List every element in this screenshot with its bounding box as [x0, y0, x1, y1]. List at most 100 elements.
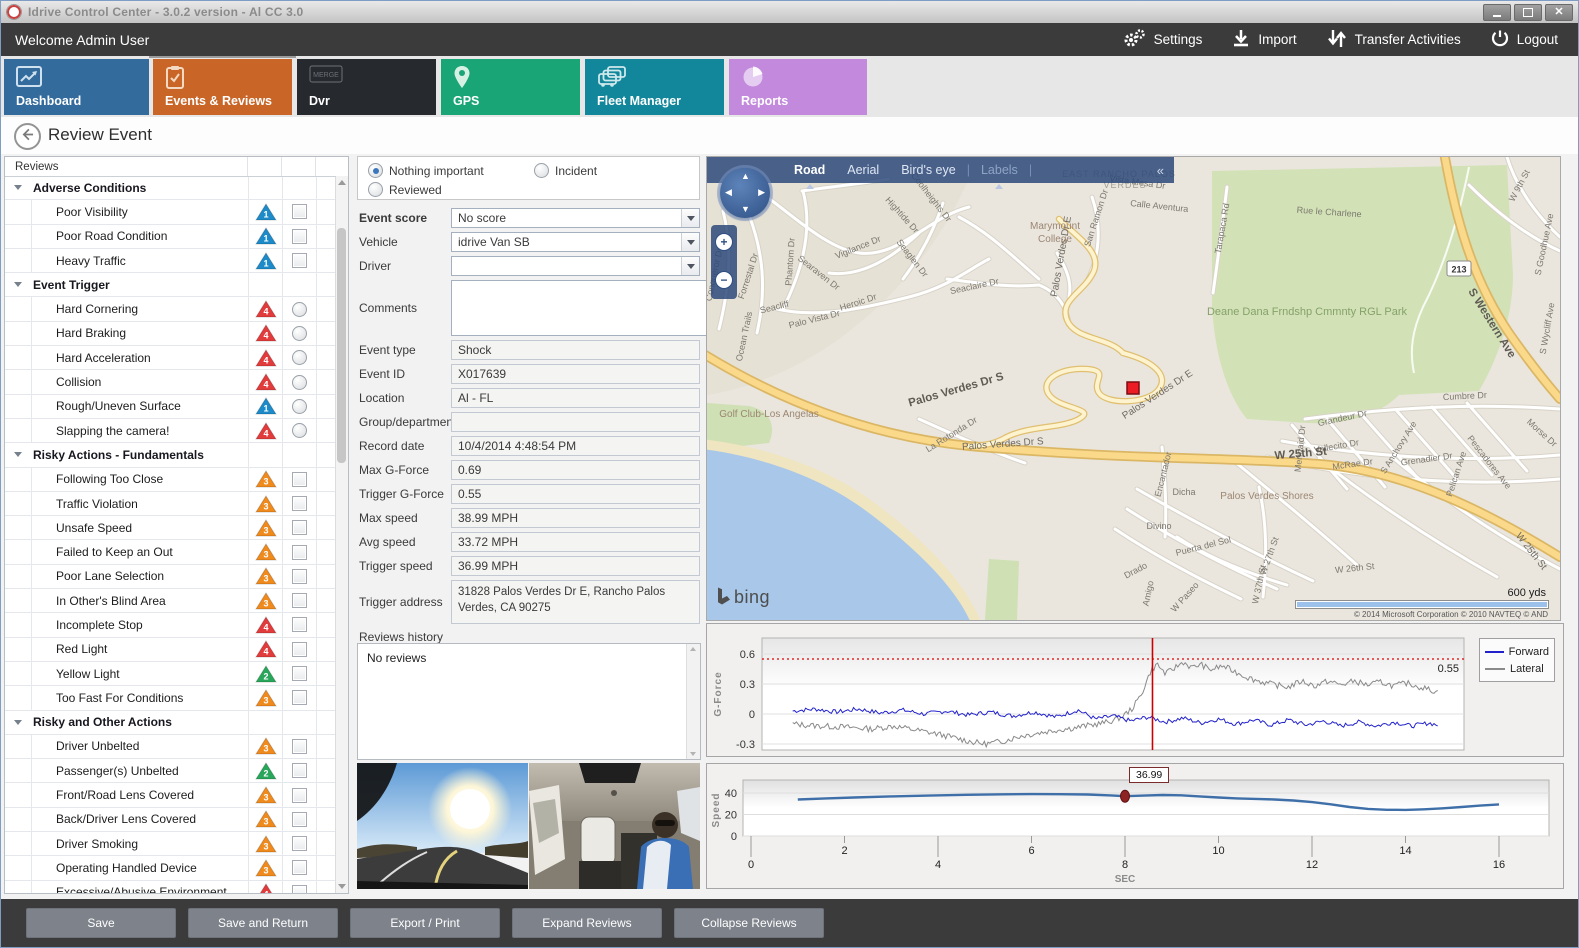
- item-checkbox[interactable]: [292, 229, 307, 244]
- review-item-poor-lane-selection[interactable]: Poor Lane Selection3: [5, 565, 336, 589]
- map-view-labels[interactable]: Labels: [981, 163, 1018, 177]
- review-item-operating-handled-device[interactable]: Operating Handled Device3: [5, 856, 336, 880]
- scrollbar-thumb[interactable]: [337, 228, 346, 463]
- item-checkbox[interactable]: [292, 788, 307, 803]
- status-radio-reviewed[interactable]: Reviewed: [368, 182, 442, 197]
- zoom-out-button[interactable]: −: [715, 271, 733, 289]
- item-checkbox[interactable]: [292, 496, 307, 511]
- review-item-unsafe-speed[interactable]: Unsafe Speed3: [5, 516, 336, 540]
- item-checkbox[interactable]: [292, 860, 307, 875]
- expand-reviews-button[interactable]: Expand Reviews: [512, 908, 662, 938]
- max-speed-field[interactable]: 38.99 MPH: [451, 508, 700, 528]
- event-type-field[interactable]: Shock: [451, 340, 700, 360]
- logout-button[interactable]: Logout: [1491, 29, 1558, 50]
- review-item-rough-uneven-surface[interactable]: Rough/Uneven Surface1: [5, 395, 336, 419]
- event-score-dropdown[interactable]: No score: [451, 208, 700, 228]
- map-pan-compass[interactable]: ▲ ▼ ◀ ▶: [720, 168, 770, 218]
- item-checkbox[interactable]: [292, 617, 307, 632]
- cabin-camera-thumbnail[interactable]: [529, 763, 700, 892]
- map-collapse-button[interactable]: «: [1157, 163, 1164, 178]
- review-item-red-light[interactable]: Red Light4: [5, 638, 336, 662]
- item-checkbox[interactable]: [292, 812, 307, 827]
- record-date-field[interactable]: 10/4/2014 4:48:54 PM: [451, 436, 700, 456]
- map-view-road[interactable]: Road: [794, 163, 825, 177]
- tab-dashboard[interactable]: Dashboard: [4, 59, 149, 115]
- review-item-yellow-light[interactable]: Yellow Light2: [5, 662, 336, 686]
- tab-reports[interactable]: Reports: [729, 59, 867, 115]
- item-checkbox[interactable]: [292, 593, 307, 608]
- review-item-poor-visibility[interactable]: Poor Visibility1: [5, 200, 336, 224]
- review-item-traffic-violation[interactable]: Traffic Violation3: [5, 492, 336, 516]
- review-item-following-too-close[interactable]: Following Too Close3: [5, 468, 336, 492]
- review-item-failed-to-keep-an-out[interactable]: Failed to Keep an Out3: [5, 540, 336, 564]
- review-item-poor-road-condition[interactable]: Poor Road Condition1: [5, 225, 336, 249]
- vehicle-dropdown[interactable]: idrive Van SB: [451, 232, 700, 252]
- event-id-field[interactable]: X017639: [451, 364, 700, 384]
- review-item-incomplete-stop[interactable]: Incomplete Stop4: [5, 613, 336, 637]
- review-item-driver-smoking[interactable]: Driver Smoking3: [5, 832, 336, 856]
- tab-fleet-manager[interactable]: Fleet Manager: [585, 59, 724, 115]
- review-item-hard-cornering[interactable]: Hard Cornering4: [5, 297, 336, 321]
- status-radio-nothing-important[interactable]: Nothing important: [368, 163, 484, 178]
- review-item-slapping-the-camera[interactable]: Slapping the camera!4: [5, 419, 336, 443]
- item-checkbox[interactable]: [292, 253, 307, 268]
- item-checkbox[interactable]: [292, 642, 307, 657]
- review-group-adverse-conditions[interactable]: Adverse Conditions: [5, 176, 336, 200]
- review-item-driver-unbelted[interactable]: Driver Unbelted3: [5, 735, 336, 759]
- item-checkbox[interactable]: [292, 204, 307, 219]
- save-and-return-button[interactable]: Save and Return: [188, 908, 338, 938]
- maximize-button[interactable]: [1514, 4, 1542, 21]
- review-item-hard-braking[interactable]: Hard Braking4: [5, 322, 336, 346]
- map-view-aerial[interactable]: Aerial: [847, 163, 879, 177]
- close-button[interactable]: ✕: [1545, 4, 1573, 21]
- review-item-hard-acceleration[interactable]: Hard Acceleration4: [5, 346, 336, 370]
- review-group-risky-actions-fundamentals[interactable]: Risky Actions - Fundamentals: [5, 443, 336, 467]
- item-checkbox[interactable]: [292, 739, 307, 754]
- item-checkbox[interactable]: [292, 763, 307, 778]
- item-checkbox[interactable]: [292, 520, 307, 535]
- item-checkbox[interactable]: [292, 545, 307, 560]
- reviews-history-box[interactable]: No reviews: [357, 643, 701, 760]
- item-radio[interactable]: [292, 375, 307, 390]
- item-radio[interactable]: [292, 423, 307, 438]
- review-item-in-other-s-blind-area[interactable]: In Other's Blind Area3: [5, 589, 336, 613]
- item-radio[interactable]: [292, 350, 307, 365]
- minimize-button[interactable]: [1483, 4, 1511, 21]
- item-radio[interactable]: [292, 302, 307, 317]
- item-checkbox[interactable]: [292, 569, 307, 584]
- item-checkbox[interactable]: [292, 690, 307, 705]
- driver-dropdown[interactable]: [451, 256, 700, 276]
- back-button[interactable]: [14, 123, 41, 150]
- review-item-collision[interactable]: Collision4: [5, 370, 336, 394]
- map[interactable]: Conqueror DrForrestal DrPhantom DrSearav…: [706, 156, 1561, 621]
- max-g-force-field[interactable]: 0.69: [451, 460, 700, 480]
- review-group-event-trigger[interactable]: Event Trigger: [5, 273, 336, 297]
- status-radio-incident[interactable]: Incident: [534, 163, 597, 178]
- trigger-speed-field[interactable]: 36.99 MPH: [451, 556, 700, 576]
- forward-camera-thumbnail[interactable]: [357, 763, 528, 892]
- review-group-risky-and-other-actions[interactable]: Risky and Other Actions: [5, 711, 336, 735]
- review-item-too-fast-for-conditions[interactable]: Too Fast For Conditions3: [5, 686, 336, 710]
- group-department-field[interactable]: [451, 412, 700, 432]
- map-view-bird-s-eye[interactable]: Bird's eye: [901, 163, 956, 177]
- zoom-in-button[interactable]: +: [715, 233, 733, 251]
- import-button[interactable]: Import: [1232, 29, 1296, 51]
- review-item-front-road-lens-covered[interactable]: Front/Road Lens Covered3: [5, 783, 336, 807]
- review-item-heavy-traffic[interactable]: Heavy Traffic1: [5, 249, 336, 273]
- item-radio[interactable]: [292, 326, 307, 341]
- save-button[interactable]: Save: [26, 908, 176, 938]
- item-checkbox[interactable]: [292, 836, 307, 851]
- reviews-scrollbar[interactable]: [335, 176, 348, 893]
- trigger-g-force-field[interactable]: 0.55: [451, 484, 700, 504]
- item-checkbox[interactable]: [292, 472, 307, 487]
- tab-dvr[interactable]: MERGEDvr: [297, 59, 436, 115]
- collapse-reviews-button[interactable]: Collapse Reviews: [674, 908, 824, 938]
- tab-gps[interactable]: GPS: [441, 59, 580, 115]
- review-item-excessive-abusive-environment[interactable]: Excessive/Abusive Environment4: [5, 881, 336, 893]
- transfer-activities-button[interactable]: Transfer Activities: [1327, 29, 1461, 51]
- item-checkbox[interactable]: [292, 885, 307, 893]
- item-radio[interactable]: [292, 399, 307, 414]
- item-checkbox[interactable]: [292, 666, 307, 681]
- trigger-address-field[interactable]: 31828 Palos Verdes Dr E, Rancho Palos Ve…: [451, 580, 700, 624]
- export-print-button[interactable]: Export / Print: [350, 908, 500, 938]
